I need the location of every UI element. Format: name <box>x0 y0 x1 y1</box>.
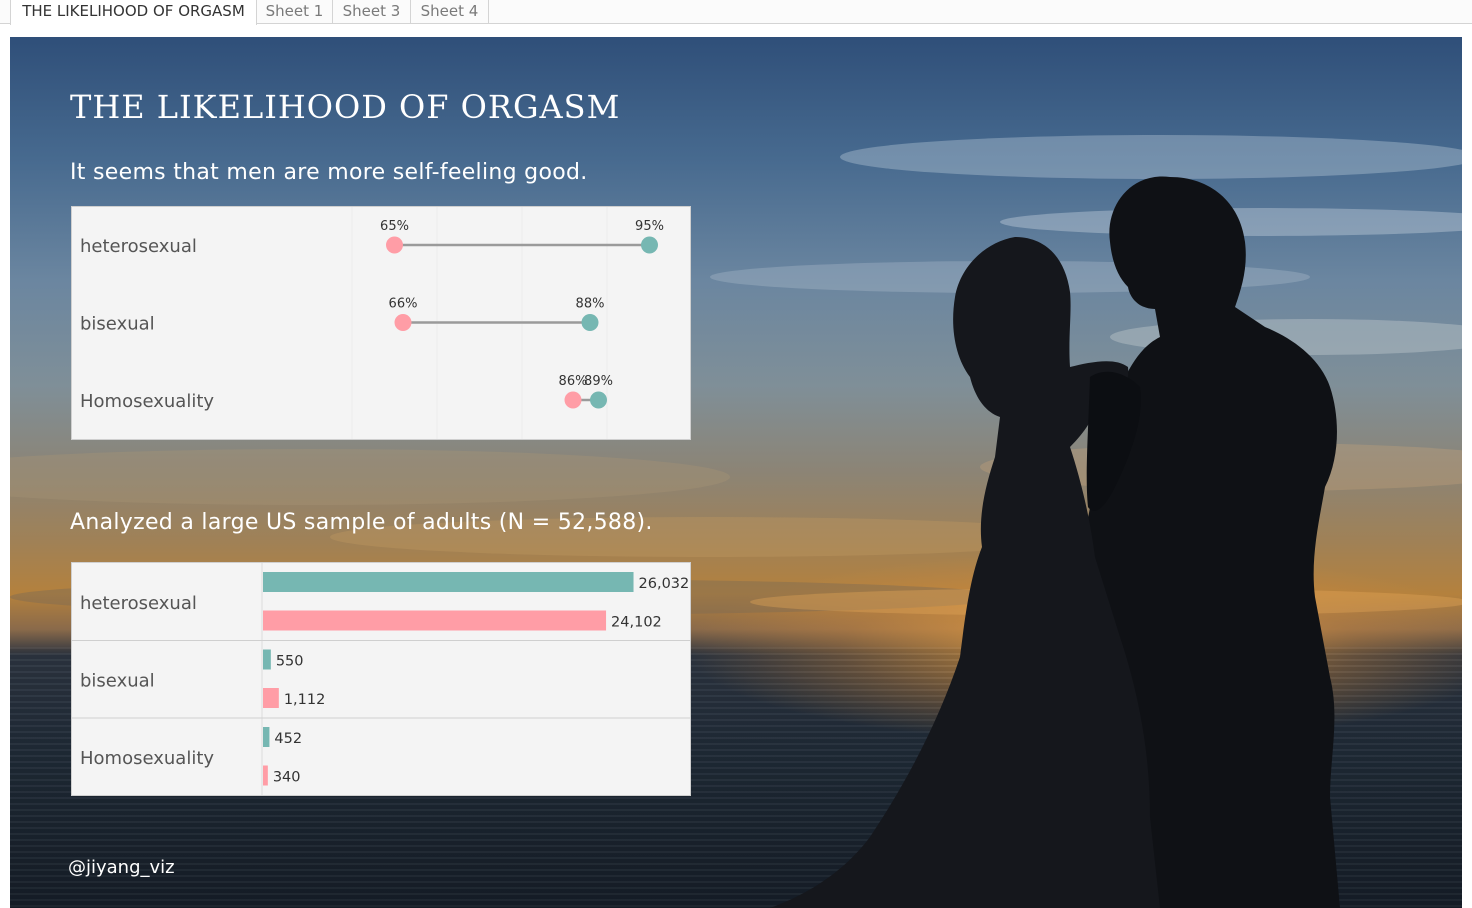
tab-sheet-3[interactable]: Sheet 3 <box>333 0 411 24</box>
tab-the-likelihood-of-orgasm[interactable]: THE LIKELIHOOD OF ORGASM <box>10 0 257 25</box>
category-label: heterosexual <box>80 593 197 614</box>
category-label: bisexual <box>80 671 155 692</box>
dashboard-canvas: THE LIKELIHOOD OF ORGASM It seems that m… <box>10 37 1462 908</box>
bar-value-label: 340 <box>273 770 301 786</box>
bar-chart: heterosexual 26,032 24,102 bisexual 550 1,112… <box>72 563 690 795</box>
bar-value-label: 1,112 <box>284 692 326 708</box>
tab-sheet-4[interactable]: Sheet 4 <box>411 0 489 24</box>
bar-pink <box>263 610 607 631</box>
value-label: 95% <box>635 219 664 234</box>
dumbbell-dot-teal <box>581 314 599 331</box>
category-label: Homosexuality <box>80 391 214 412</box>
bar-value-label: 24,102 <box>611 615 662 631</box>
dumbbell-chart-panel: heterosexual 65% 95% bisexual 66% 88% Homosexu… <box>71 206 693 440</box>
dumbbell-dot-teal <box>590 391 607 409</box>
dashboard-title: THE LIKELIHOOD OF ORGASM <box>70 88 621 126</box>
sheet-tab-bar: THE LIKELIHOOD OF ORGASM Sheet 1 Sheet 3… <box>0 0 1472 25</box>
tab-sheet-1[interactable]: Sheet 1 <box>257 0 333 24</box>
bar-pink <box>263 765 268 786</box>
value-label: 89% <box>584 374 613 389</box>
author-credit[interactable]: @jiyang_viz <box>68 857 175 878</box>
dumbbell-dot-teal <box>641 236 658 254</box>
dumbbell-subtitle: It seems that men are more self-feeling … <box>70 160 588 185</box>
bar-teal <box>263 649 271 670</box>
value-label: 88% <box>576 297 605 312</box>
bar-pink <box>263 688 279 708</box>
bar-teal <box>263 572 634 592</box>
dumbbell-chart: heterosexual 65% 95% bisexual 66% 88% Homosexu… <box>80 207 693 439</box>
bar-teal <box>263 727 270 747</box>
value-label: 65% <box>380 219 409 234</box>
category-label: heterosexual <box>80 236 197 257</box>
bar-chart-panel: heterosexual 26,032 24,102 bisexual 550 1,112… <box>71 562 691 796</box>
bar-value-label: 550 <box>276 654 304 670</box>
bar-subtitle: Analyzed a large US sample of adults (N … <box>70 510 653 535</box>
value-label: 66% <box>389 297 418 312</box>
bar-value-label: 452 <box>274 731 302 747</box>
dumbbell-dot-pink <box>564 391 582 409</box>
bar-value-label: 26,032 <box>639 576 690 592</box>
category-label: bisexual <box>80 314 155 335</box>
dumbbell-dot-pink <box>394 314 412 331</box>
dumbbell-dot-pink <box>386 236 403 254</box>
category-label: Homosexuality <box>80 748 214 769</box>
